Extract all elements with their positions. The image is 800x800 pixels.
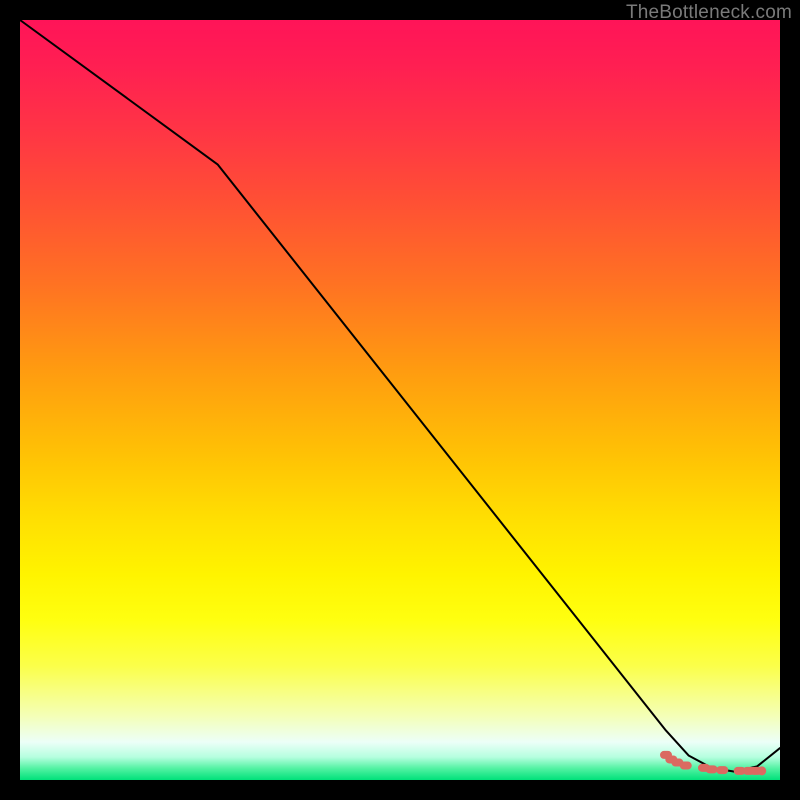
highlight-dot (680, 762, 692, 770)
highlight-dot (706, 765, 718, 773)
chart-stage: TheBottleneck.com (0, 0, 800, 800)
series-curve (20, 20, 780, 772)
highlight-dot (716, 766, 728, 774)
plot-area (20, 20, 780, 780)
watermark-label: TheBottleneck.com (626, 2, 792, 24)
curve-line (20, 20, 780, 772)
plot-svg (20, 20, 780, 780)
highlight-end-dot (757, 766, 766, 775)
series-highlight-dots (660, 751, 766, 775)
